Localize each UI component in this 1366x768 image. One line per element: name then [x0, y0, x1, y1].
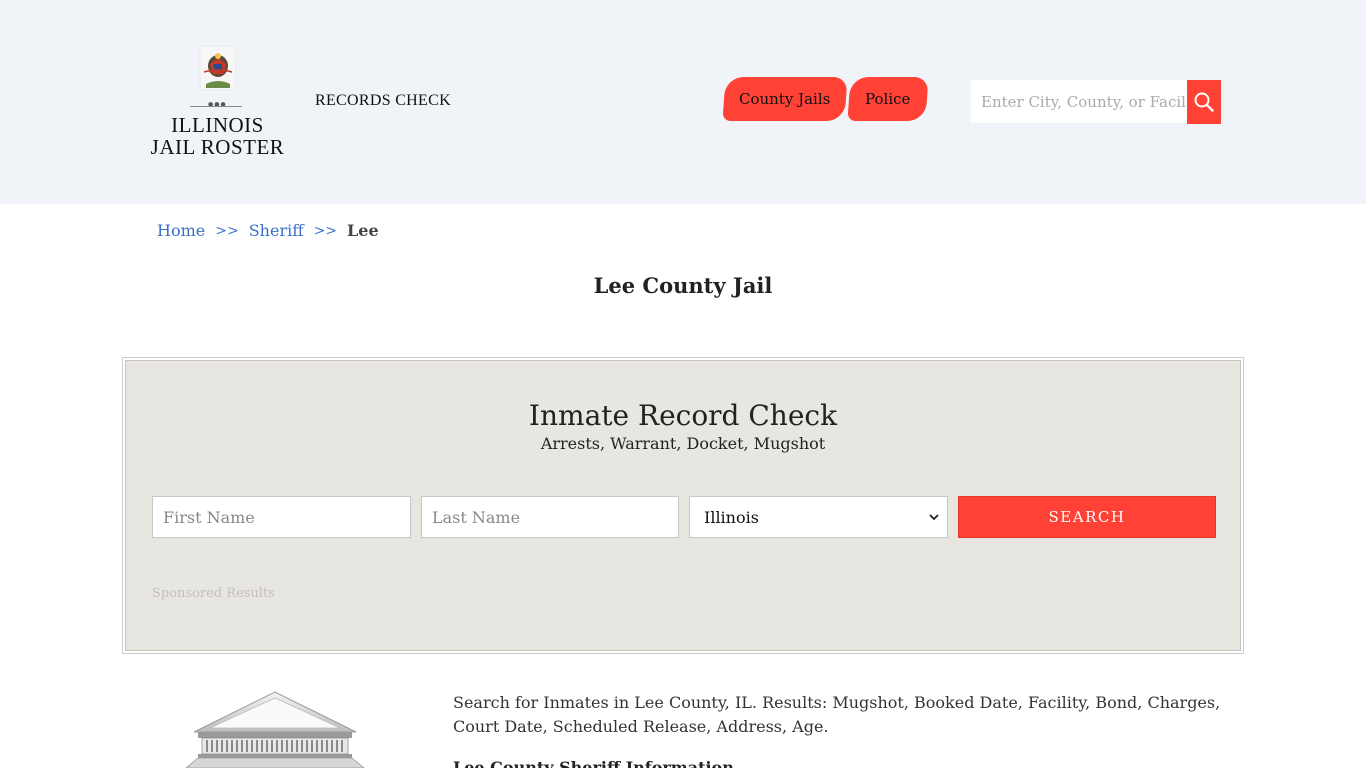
site-header: ●●● ILLINOIS JAIL ROSTER RECORDS CHECK C…: [0, 0, 1366, 204]
last-name-input[interactable]: Last Name: [421, 496, 679, 538]
site-logo[interactable]: ●●● ILLINOIS JAIL ROSTER: [150, 42, 285, 162]
sponsored-results-label: Sponsored Results: [152, 586, 275, 601]
header-search-input[interactable]: Enter City, County, or Facil: [971, 80, 1187, 123]
logo-line-1: ILLINOIS: [171, 113, 264, 137]
breadcrumb-current: Lee: [347, 221, 379, 240]
record-check-panel: Inmate Record Check Arrests, Warrant, Do…: [125, 360, 1241, 651]
record-check-title: Inmate Record Check: [528, 399, 838, 432]
sheriff-info-heading: Lee County Sheriff Information: [453, 758, 734, 768]
logo-wordmark: ILLINOIS JAIL ROSTER: [150, 114, 285, 158]
search-icon: [1194, 92, 1214, 112]
nav-police-button[interactable]: Police: [847, 77, 929, 121]
breadcrumb: Home >> Sheriff >> Lee: [157, 221, 379, 240]
logo-divider: [190, 106, 242, 107]
state-seal-icon: [199, 45, 237, 91]
record-check-subtitle: Arrests, Warrant, Docket, Mugshot: [540, 434, 826, 453]
state-select[interactable]: Illinois: [689, 496, 948, 538]
logo-line-2: JAIL ROSTER: [150, 135, 285, 159]
nav-county-jails-label: County Jails: [739, 90, 831, 108]
records-check-link[interactable]: RECORDS CHECK: [315, 92, 451, 110]
breadcrumb-home[interactable]: Home: [157, 221, 205, 240]
breadcrumb-separator: >>: [313, 222, 338, 239]
state-select-value: Illinois: [704, 507, 759, 527]
nav-police-label: Police: [865, 90, 911, 108]
header-search-button[interactable]: [1187, 80, 1221, 124]
page-title: Lee County Jail: [593, 273, 773, 298]
county-description: Search for Inmates in Lee County, IL. Re…: [453, 693, 1221, 736]
first-name-input[interactable]: First Name: [152, 496, 411, 538]
breadcrumb-separator: >>: [215, 222, 239, 239]
breadcrumb-sheriff[interactable]: Sheriff: [249, 221, 304, 240]
chevron-down-icon: [929, 514, 939, 521]
courthouse-icon: [185, 691, 365, 768]
nav-county-jails-button[interactable]: County Jails: [722, 77, 848, 121]
search-submit-button[interactable]: SEARCH: [958, 496, 1216, 538]
record-check-frame: Inmate Record Check Arrests, Warrant, Do…: [122, 357, 1244, 654]
